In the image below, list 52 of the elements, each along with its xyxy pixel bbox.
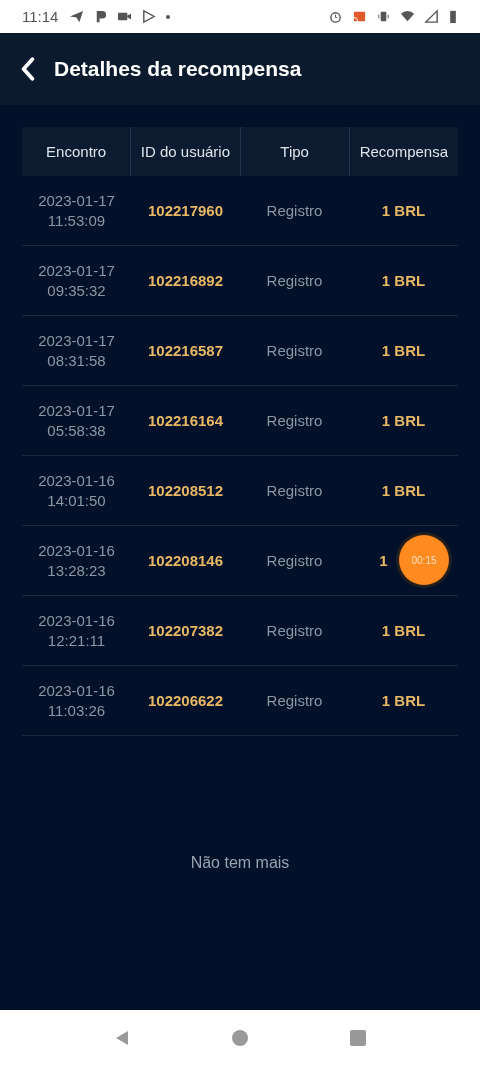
alarm-icon — [328, 9, 343, 24]
user-id-cell: 102217960 — [147, 202, 224, 219]
play-store-icon — [141, 9, 157, 24]
battery-icon — [448, 9, 458, 24]
dot-icon — [165, 13, 172, 20]
type-cell: Registro — [266, 202, 323, 219]
end-of-list-text: Não tem mais — [190, 854, 290, 872]
reward-cell: 1 BRL — [381, 622, 426, 639]
status-time: 11:14 — [22, 8, 59, 25]
user-id-cell: 102216892 — [147, 272, 224, 289]
date-time-cell: 2023-01-16 13:28:23 — [38, 540, 115, 581]
type-cell: Registro — [266, 412, 323, 429]
reward-cell: 1 BRL — [381, 482, 426, 499]
user-id-cell: 102216164 — [147, 412, 224, 429]
reward-cell: 1 BRL — [381, 342, 426, 359]
column-header: Encontro — [46, 143, 107, 160]
type-cell: Registro — [266, 692, 323, 709]
user-id-cell: 102207382 — [147, 622, 224, 639]
type-cell: Registro — [266, 342, 323, 359]
page-title: Detalhes da recompensa — [54, 57, 302, 81]
reward-cell: 1 BRL — [381, 272, 426, 289]
user-id-cell: 102206622 — [147, 692, 224, 709]
type-cell: Registro — [266, 552, 323, 569]
reward-cell: 1 BRL — [381, 202, 426, 219]
type-cell: Registro — [266, 272, 323, 289]
type-cell: Registro — [266, 622, 323, 639]
reward-cell: 1 BRL — [381, 412, 426, 429]
date-time-cell: 2023-01-17 11:53:09 — [38, 190, 115, 231]
home-nav-icon[interactable] — [230, 1028, 250, 1048]
send-icon — [69, 9, 85, 24]
timer-bubble[interactable]: 00:15 — [399, 535, 449, 585]
user-id-cell: 102208146 — [147, 552, 224, 569]
date-time-cell: 2023-01-17 05:58:38 — [38, 400, 115, 441]
date-time-cell: 2023-01-16 11:03:26 — [38, 680, 115, 721]
wifi-icon — [400, 9, 415, 24]
user-id-cell: 102208512 — [147, 482, 224, 499]
vibrate-icon — [376, 9, 391, 24]
user-id-cell: 102216587 — [147, 342, 224, 359]
recents-nav-icon[interactable] — [348, 1028, 368, 1048]
date-time-cell: 2023-01-17 08:31:58 — [38, 330, 115, 371]
reward-cell: 1 BRL — [381, 692, 426, 709]
column-header: Tipo — [280, 143, 309, 160]
column-header: ID do usuário — [140, 143, 230, 160]
type-cell: Registro — [266, 482, 323, 499]
reward-cell: 1 — [379, 552, 388, 569]
signal-icon — [424, 9, 439, 24]
column-header: Recompensa — [359, 143, 449, 160]
date-time-cell: 2023-01-17 09:35:32 — [38, 260, 115, 301]
date-time-cell: 2023-01-16 12:21:11 — [38, 610, 115, 651]
back-icon[interactable] — [20, 57, 36, 81]
cast-icon — [352, 9, 367, 24]
date-time-cell: 2023-01-16 14:01:50 — [38, 470, 115, 511]
